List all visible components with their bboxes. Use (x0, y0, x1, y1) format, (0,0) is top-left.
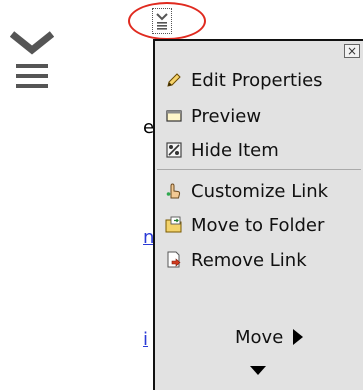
menu-item-label: Customize Link (191, 180, 329, 202)
scroll-down-arrow-icon[interactable] (250, 366, 266, 375)
menu-item-hide-item[interactable]: Hide Item (165, 137, 279, 163)
menu-item-remove-link[interactable]: Remove Link (165, 247, 307, 273)
remove-link-icon (167, 251, 181, 268)
menu-item-preview[interactable]: Preview (165, 103, 261, 129)
preview-window-icon (166, 110, 182, 122)
menu-item-label: Preview (191, 105, 262, 127)
menu-item-label: Remove Link (191, 249, 307, 271)
hide-item-icon (166, 142, 182, 158)
menu-item-label: Hide Item (191, 139, 279, 161)
folder-move-icon (165, 216, 182, 233)
submenu-arrow-right-icon (293, 329, 304, 345)
customize-hand-icon (166, 183, 181, 199)
screen: e n i × Edit Properties Preview Hide Ite… (0, 0, 363, 390)
dropdown-small-icon (156, 13, 168, 30)
dropdown-large-icon (10, 31, 54, 88)
pencil-icon (167, 73, 181, 87)
item-menu-trigger[interactable] (152, 8, 172, 34)
move-label: Move (235, 326, 284, 348)
background-link-fragment[interactable]: i (143, 330, 148, 350)
menu-item-move-to-folder[interactable]: Move to Folder (165, 212, 324, 238)
close-menu-button[interactable]: × (344, 44, 360, 58)
menu-item-edit-properties[interactable]: Edit Properties (165, 67, 323, 93)
menu-item-customize-link[interactable]: Customize Link (165, 178, 328, 204)
item-context-menu: × Edit Properties Preview Hide Item Cust… (153, 39, 363, 390)
menu-divider (157, 169, 361, 170)
move-submenu-item[interactable]: Move (235, 324, 304, 350)
menu-item-label: Edit Properties (191, 69, 323, 91)
menu-item-label: Move to Folder (191, 214, 325, 236)
